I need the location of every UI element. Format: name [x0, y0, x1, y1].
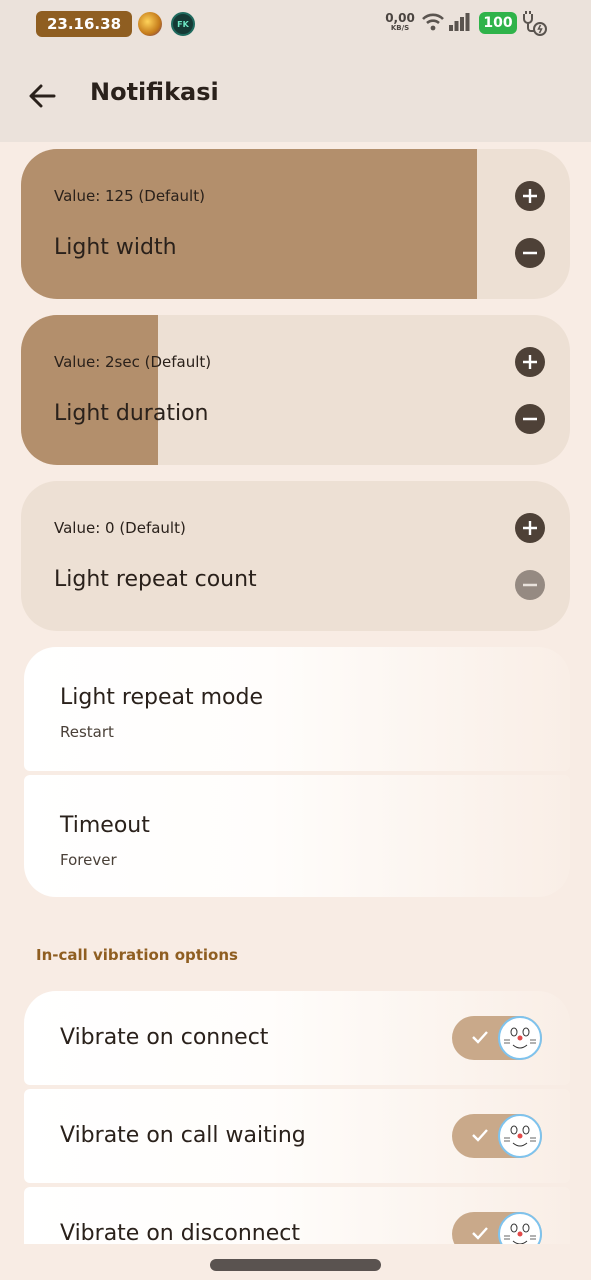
- list-item-summary: Restart: [60, 723, 114, 741]
- slider-title: Light duration: [54, 401, 209, 426]
- wifi-icon: [422, 13, 444, 31]
- increase-button[interactable]: [515, 181, 545, 211]
- check-icon: [472, 1227, 488, 1240]
- decrease-button[interactable]: [515, 404, 545, 434]
- cat-face-icon: [498, 1212, 542, 1244]
- page-title: Notifikasi: [90, 78, 219, 106]
- vibrate-on-connect-item[interactable]: Vibrate on connect: [24, 991, 570, 1085]
- list-item-summary: Forever: [60, 851, 117, 869]
- decrease-button[interactable]: [515, 238, 545, 268]
- decrease-button[interactable]: [515, 570, 545, 600]
- minus-icon: [523, 417, 537, 421]
- app-bar: Notifikasi: [0, 48, 591, 142]
- signal-icon: [449, 13, 470, 31]
- network-speed-unit: KB/S: [390, 24, 410, 32]
- back-button[interactable]: [22, 76, 62, 116]
- light-duration-slider[interactable]: Value: 2sec (Default) Light duration: [21, 315, 570, 465]
- increase-button[interactable]: [515, 347, 545, 377]
- check-icon: [472, 1031, 488, 1044]
- notification-fk-icon: FK: [171, 12, 195, 36]
- vibrate-on-disconnect-item[interactable]: Vibrate on disconnect: [24, 1187, 570, 1244]
- list-item-title: Light repeat mode: [60, 685, 263, 710]
- plus-icon: [523, 189, 537, 203]
- arrow-left-icon: [29, 84, 56, 108]
- charging-plug-icon: [523, 11, 547, 36]
- light-width-slider[interactable]: Value: 125 (Default) Light width: [21, 149, 570, 299]
- minus-icon: [523, 251, 537, 255]
- status-bar: 23.16.38 FK 0,00 KB/S 100: [0, 0, 591, 48]
- notification-app-icon: [138, 12, 162, 36]
- light-repeat-count-slider[interactable]: Value: 0 (Default) Light repeat count: [21, 481, 570, 631]
- cat-face-icon: [498, 1114, 542, 1158]
- list-item-title: Vibrate on call waiting: [60, 1123, 306, 1148]
- vibrate-on-call-waiting-item[interactable]: Vibrate on call waiting: [24, 1089, 570, 1183]
- increase-button[interactable]: [515, 513, 545, 543]
- slider-value-text: Value: 2sec (Default): [54, 353, 212, 371]
- plus-icon: [523, 521, 537, 535]
- network-speed: 0,00 KB/S: [385, 12, 415, 33]
- battery-indicator: 100: [479, 12, 517, 34]
- light-repeat-mode-item[interactable]: Light repeat mode Restart: [24, 647, 570, 771]
- list-item-title: Timeout: [60, 813, 150, 838]
- list-item-title: Vibrate on connect: [60, 1025, 269, 1050]
- slider-value-text: Value: 0 (Default): [54, 519, 186, 537]
- slider-fill: [21, 315, 159, 465]
- slider-title: Light repeat count: [54, 567, 257, 592]
- vibrate-on-call-waiting-switch[interactable]: [452, 1114, 542, 1158]
- vibrate-on-disconnect-switch[interactable]: [452, 1212, 542, 1244]
- vibrate-on-connect-switch[interactable]: [452, 1016, 542, 1060]
- slider-title: Light width: [54, 235, 177, 260]
- section-header-in-call-vibration: In-call vibration options: [36, 946, 238, 964]
- check-icon: [472, 1129, 488, 1142]
- gesture-nav-handle[interactable]: [210, 1259, 381, 1271]
- status-time: 23.16.38: [36, 11, 132, 37]
- slider-value-text: Value: 125 (Default): [54, 187, 205, 205]
- timeout-item[interactable]: Timeout Forever: [24, 775, 570, 897]
- slider-fill: [21, 149, 477, 299]
- minus-icon: [523, 583, 537, 587]
- network-speed-value: 0,00: [385, 11, 415, 25]
- list-item-title: Vibrate on disconnect: [60, 1221, 300, 1244]
- cat-face-icon: [498, 1016, 542, 1060]
- plus-icon: [523, 355, 537, 369]
